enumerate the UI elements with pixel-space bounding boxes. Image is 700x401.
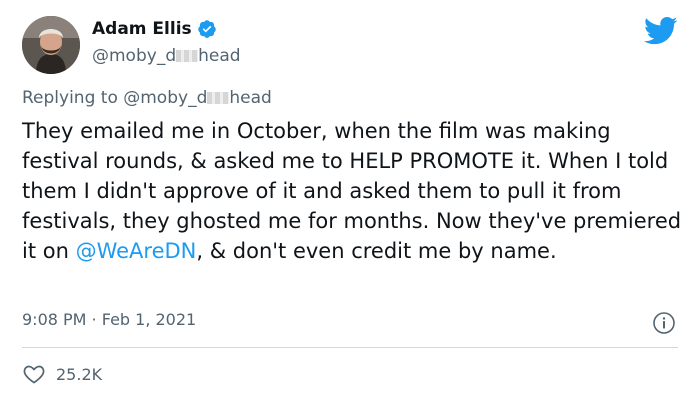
replying-to: Replying to @moby_d head	[22, 88, 272, 108]
like-button[interactable]: 25.2K	[22, 362, 102, 386]
display-name[interactable]: Adam Ellis	[92, 19, 217, 39]
reply-handle-prefix: @moby_d	[123, 88, 208, 108]
twitter-bird-icon[interactable]	[643, 16, 678, 46]
tweet-timestamp[interactable]: 9:08 PM · Feb 1, 2021	[22, 310, 196, 329]
handle-prefix: @moby_d	[92, 46, 177, 66]
tweet-text-part2: , & don't even credit me by name.	[196, 239, 557, 263]
mention-link[interactable]: @WeAreDN	[76, 239, 197, 263]
divider	[22, 347, 678, 348]
tweet-date: Feb 1, 2021	[101, 310, 197, 329]
tweet-text: They emailed me in October, when the fil…	[22, 116, 682, 266]
reply-handle-suffix: head	[229, 88, 272, 108]
handle-suffix: head	[198, 46, 241, 66]
redacted-text	[176, 50, 199, 62]
avatar[interactable]	[22, 16, 80, 74]
tweet-time: 9:08 PM	[22, 310, 87, 329]
verified-badge-icon	[197, 19, 217, 39]
display-name-text: Adam Ellis	[92, 19, 192, 39]
info-icon[interactable]	[652, 311, 676, 335]
author-handle[interactable]: @moby_d head	[92, 46, 241, 66]
like-count: 25.2K	[56, 364, 103, 384]
reply-mention[interactable]: @moby_d head	[123, 88, 272, 108]
meta-separator: ·	[86, 310, 102, 329]
redacted-text	[207, 92, 230, 104]
heart-icon	[22, 362, 46, 386]
replying-to-label: Replying to	[22, 88, 118, 108]
